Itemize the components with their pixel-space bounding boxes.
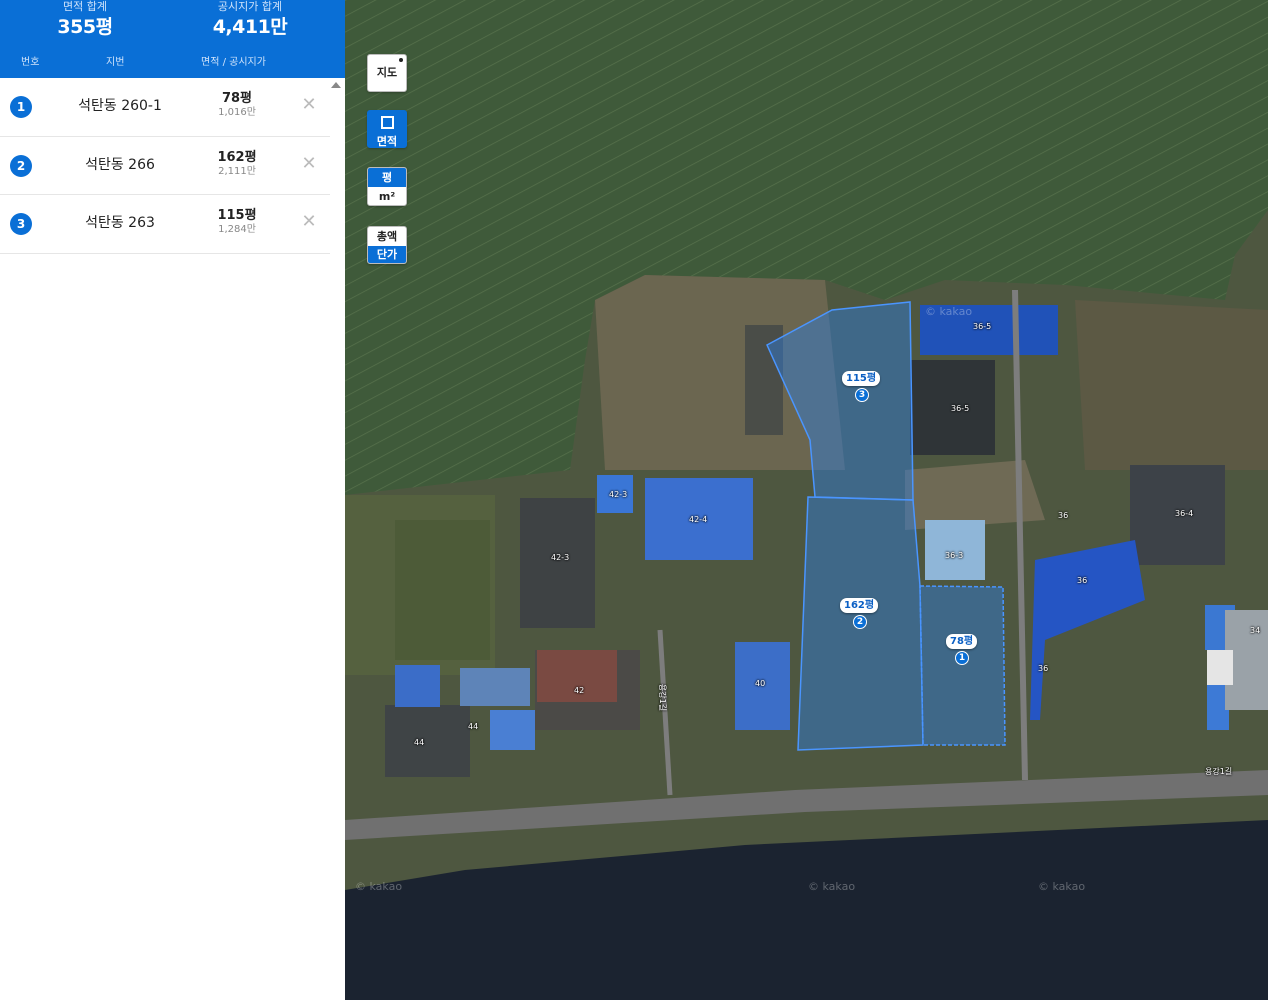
parcel-number-badge: 2 [10, 154, 32, 177]
price-summary: 공시지가 합계 4,411만 [165, 0, 335, 40]
building-label: 36 [1077, 576, 1088, 585]
area-total-value: 355평 [57, 16, 113, 38]
area-square-icon [381, 116, 394, 129]
map-type-label: 지도 [376, 66, 398, 79]
parcel-jibun: 석탄동 263 [85, 215, 155, 231]
parcel-panel: 면적 합계 355평 공시지가 합계 4,411만 번호 지번 면적 / 공시지… [0, 0, 345, 1000]
scroll-up-arrow-icon[interactable] [331, 82, 341, 88]
parcel-jibun: 석탄동 266 [85, 156, 155, 173]
building-label: 44 [468, 722, 479, 731]
parcel-number-badge: 3 [10, 213, 32, 235]
parcel-area: 162평 [217, 149, 257, 165]
list-item[interactable]: 2 석탄동 266 162평 2,111만 ✕ [0, 137, 330, 195]
unit-m2-button[interactable]: m² [368, 187, 406, 205]
more-dot-icon [399, 58, 403, 62]
price-total-value: 4,411만 [212, 16, 288, 38]
building-label: 36 [1038, 664, 1049, 673]
parcel-jibun: 석탄동 260-1 [78, 98, 162, 114]
building-label: 36-3 [945, 551, 964, 560]
area-tool-button[interactable]: 면적 [367, 110, 407, 148]
building-label: 42 [574, 686, 585, 695]
column-header-number: 번호 [21, 57, 40, 68]
parcel-number-badge: 1 [10, 96, 32, 118]
list-item[interactable]: 3 석탄동 263 115평 1,284만 ✕ [0, 195, 330, 254]
remove-parcel-button[interactable]: ✕ [298, 94, 320, 116]
road-label: 용강1길 [1205, 767, 1233, 776]
building-label: 36 [1058, 511, 1069, 520]
parcel-area: 78평 [221, 91, 253, 106]
building-label: 34 [1250, 626, 1261, 635]
parcel-pin-number: 1 [955, 651, 969, 665]
parcel-area-pin[interactable]: 162평 [840, 598, 879, 613]
parcel-area-pin[interactable]: 78평 [946, 634, 978, 649]
parcel-list: 1 석탄동 260-1 78평 1,016만 ✕ 2 석탄동 266 162평 … [0, 78, 330, 254]
parcel-1-shape [919, 585, 1006, 746]
satellite-map[interactable]: © kakao © kakao © kakao © kakao 36-5 36-… [345, 0, 1268, 1000]
total-price-button[interactable]: 총액 [368, 227, 406, 246]
kakao-watermark: © kakao [925, 305, 973, 318]
price-mode-toggle: 총액 단가 [367, 226, 407, 264]
parcel-area: 115평 [217, 208, 257, 223]
building-label: 42-3 [551, 553, 570, 562]
map-type-button[interactable]: 지도 [367, 54, 407, 92]
remove-parcel-button[interactable]: ✕ [298, 211, 320, 233]
parcel-area-pin[interactable]: 115평 [842, 371, 881, 386]
area-tool-label: 면적 [376, 135, 398, 148]
kakao-watermark: © kakao [1038, 880, 1086, 893]
parcel-price: 1,016만 [218, 107, 256, 118]
price-total-label: 공시지가 합계 [217, 0, 283, 13]
parcel-pin-number: 3 [855, 388, 869, 402]
kakao-watermark: © kakao [808, 880, 856, 893]
summary-header: 면적 합계 355평 공시지가 합계 4,411만 번호 지번 면적 / 공시지… [0, 0, 345, 78]
building-label: 36-4 [1175, 509, 1194, 518]
list-item[interactable]: 1 석탄동 260-1 78평 1,016만 ✕ [0, 78, 330, 137]
building-label: 42-4 [689, 515, 708, 524]
area-total-label: 면적 합계 [63, 0, 107, 13]
unit-price-button[interactable]: 단가 [368, 246, 406, 263]
map-imagery [345, 0, 1268, 1000]
building-label: 36-5 [951, 404, 970, 413]
unit-toggle: 평 m² [367, 167, 407, 206]
parcel-pin-number: 2 [853, 615, 867, 629]
road-label: 용강1길 [658, 683, 668, 712]
kakao-watermark: © kakao [355, 880, 403, 893]
building-label: 44 [414, 738, 425, 747]
parcel-price: 1,284만 [218, 224, 256, 235]
column-header-jibun: 지번 [106, 57, 125, 68]
column-header-area-price: 면적 / 공시지가 [201, 57, 266, 68]
building-label: 42-3 [609, 490, 628, 499]
building-label: 36-5 [973, 322, 992, 331]
area-summary: 면적 합계 355평 [0, 0, 170, 40]
remove-parcel-button[interactable]: ✕ [298, 153, 320, 175]
building-label: 40 [755, 679, 766, 688]
parcel-price: 2,111만 [218, 165, 256, 177]
unit-pyeong-button[interactable]: 평 [368, 168, 406, 187]
